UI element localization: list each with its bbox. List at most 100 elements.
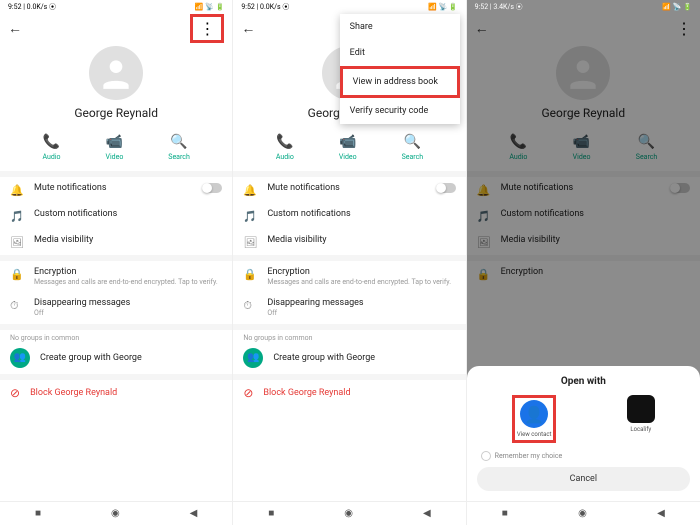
encryption-row[interactable]: 🔒EncryptionMessages and calls are end-to…: [233, 261, 465, 292]
action-row: 📞 Audio 📹 Video 🔍Search: [233, 128, 465, 171]
mute-label: Mute notifications: [34, 183, 192, 193]
nav-home-icon[interactable]: ◉: [111, 508, 120, 519]
encryption-label: Encryption: [267, 267, 455, 277]
groups-section-label: No groups in common: [0, 330, 232, 342]
cancel-button[interactable]: Cancel: [477, 467, 690, 491]
status-time: 9:52 | 3.4K/s ⦿: [475, 2, 523, 12]
app-row: 👤 View contact Localify: [477, 395, 690, 443]
menu-edit[interactable]: Edit: [340, 40, 460, 66]
disappear-row[interactable]: ⏱Disappearing messagesOff: [0, 292, 232, 323]
block-label: Block George Reynald: [263, 388, 350, 398]
sheet-title: Open with: [477, 376, 690, 387]
media-label: Media visibility: [267, 235, 455, 245]
encryption-sub: Messages and calls are end-to-end encryp…: [267, 278, 455, 286]
contact-app-icon: 👤: [520, 400, 548, 428]
lock-icon: 🔒: [10, 268, 24, 281]
search-icon: 🔍: [404, 134, 421, 150]
nav-bar: ■ ◉ ◀: [0, 501, 232, 525]
music-icon: 🎵: [243, 210, 257, 223]
media-label: Media visibility: [34, 235, 222, 245]
media-row[interactable]: 🖼 Media visibility: [233, 229, 465, 255]
mute-toggle[interactable]: [202, 183, 222, 193]
audio-label: Audio: [276, 153, 294, 161]
status-bar: 9:52 | 0.0K/s ⦿ 📶 📡 🔋: [0, 0, 232, 14]
group-icon: 👥: [243, 348, 263, 368]
contact-name: George Reynald: [74, 106, 158, 120]
video-call-button[interactable]: 📹Video: [106, 134, 124, 161]
encryption-row[interactable]: 🔒EncryptionMessages and calls are end-to…: [0, 261, 232, 292]
phone-icon: 📞: [276, 134, 293, 150]
block-icon: ⊘: [10, 386, 20, 400]
video-call-button[interactable]: 📹 Video: [339, 134, 357, 161]
disappear-row[interactable]: ⏱Disappearing messagesOff: [233, 292, 465, 323]
media-row[interactable]: 🖼 Media visibility: [0, 229, 232, 255]
app-label: Localify: [630, 426, 651, 433]
mute-row[interactable]: 🔔 Mute notifications: [233, 177, 465, 203]
status-bar: 9:52 | 3.4K/s ⦿ 📶 📡 🔋: [467, 0, 700, 14]
video-label: Video: [339, 153, 357, 161]
nav-bar: ■ ◉ ◀: [467, 501, 700, 525]
nav-bar: ■ ◉ ◀: [233, 501, 465, 525]
action-row: 📞Audio 📹Video 🔍 Search: [0, 128, 232, 171]
settings-list: 🔔 Mute notifications 🎵 Custom notification…: [233, 177, 465, 501]
custom-row[interactable]: 🎵 Custom notifications: [233, 203, 465, 229]
audio-call-button[interactable]: 📞 Audio: [276, 134, 294, 161]
dots-icon: ⋮: [199, 19, 215, 38]
encryption-label: Encryption: [34, 267, 222, 277]
remember-label: Remember my choice: [495, 452, 563, 460]
create-group-label: Create group with George: [40, 353, 142, 363]
nav-home-icon[interactable]: ◉: [578, 508, 587, 519]
mute-row[interactable]: 🔔Mute notifications: [0, 177, 232, 203]
overflow-menu: Share Edit View in address book Verify s…: [340, 14, 460, 124]
block-row[interactable]: ⊘Block George Reynald: [0, 380, 232, 406]
menu-share[interactable]: Share: [340, 14, 460, 40]
screen-2: 9:52 | 0.0K/s ⦿ 📶 📡 🔋 ← ⋮ George Reynald…: [233, 0, 466, 525]
menu-button-highlight[interactable]: ⋮: [190, 14, 224, 43]
status-bar: 9:52 | 0.0K/s ⦿ 📶 📡 🔋: [233, 0, 465, 14]
custom-label: Custom notifications: [267, 209, 455, 219]
image-icon: 🖼: [10, 236, 24, 249]
bell-icon: 🔔: [243, 184, 257, 197]
timer-icon: ⏱: [243, 299, 257, 313]
status-icons: 📶 📡 🔋: [195, 3, 225, 11]
settings-list: 🔔Mute notifications 🎵 Custom notification…: [0, 177, 232, 501]
video-label: Video: [106, 153, 124, 161]
audio-call-button[interactable]: 📞Audio: [42, 134, 60, 161]
nav-back-icon[interactable]: ◀: [190, 508, 198, 519]
nav-back-icon[interactable]: ◀: [423, 508, 431, 519]
search-label: Search: [168, 153, 190, 161]
search-button[interactable]: 🔍Search: [402, 134, 424, 161]
custom-row[interactable]: 🎵 Custom notifications: [0, 203, 232, 229]
app-localify[interactable]: Localify: [627, 395, 655, 443]
menu-view-address-book[interactable]: View in address book: [340, 66, 460, 98]
create-group-label: Create group with George: [273, 353, 375, 363]
status-icons: 📶 📡 🔋: [428, 3, 458, 11]
back-icon[interactable]: ←: [8, 20, 22, 37]
app-view-contact[interactable]: 👤 View contact: [512, 395, 557, 443]
create-group-row[interactable]: 👥 Create group with George: [233, 342, 465, 374]
video-icon: 📹: [339, 134, 356, 150]
menu-verify[interactable]: Verify security code: [340, 98, 460, 124]
music-icon: 🎵: [10, 210, 24, 223]
disappear-label: Disappearing messages: [267, 298, 455, 308]
block-row[interactable]: ⊘Block George Reynald: [233, 380, 465, 406]
nav-back-icon[interactable]: ◀: [657, 508, 665, 519]
create-group-row[interactable]: 👥Create group with George: [0, 342, 232, 374]
nav-recent-icon[interactable]: ■: [35, 508, 41, 519]
nav-recent-icon[interactable]: ■: [268, 508, 274, 519]
search-icon: 🔍: [170, 134, 187, 150]
mute-toggle[interactable]: [436, 183, 456, 193]
nav-recent-icon[interactable]: ■: [502, 508, 508, 519]
search-button[interactable]: 🔍 Search: [168, 134, 190, 161]
status-icons: 📶 📡 🔋: [662, 3, 692, 11]
remember-checkbox[interactable]: [481, 451, 491, 461]
remember-choice[interactable]: Remember my choice: [477, 451, 690, 467]
status-time: 9:52 | 0.0K/s ⦿: [241, 2, 289, 12]
open-with-sheet: Open with 👤 View contact Localify Rememb…: [467, 366, 700, 501]
custom-label: Custom notifications: [34, 209, 222, 219]
mute-label: Mute notifications: [267, 183, 425, 193]
back-icon[interactable]: ←: [241, 20, 255, 37]
image-icon: 🖼: [243, 236, 257, 249]
avatar[interactable]: [89, 46, 143, 100]
nav-home-icon[interactable]: ◉: [344, 508, 353, 519]
